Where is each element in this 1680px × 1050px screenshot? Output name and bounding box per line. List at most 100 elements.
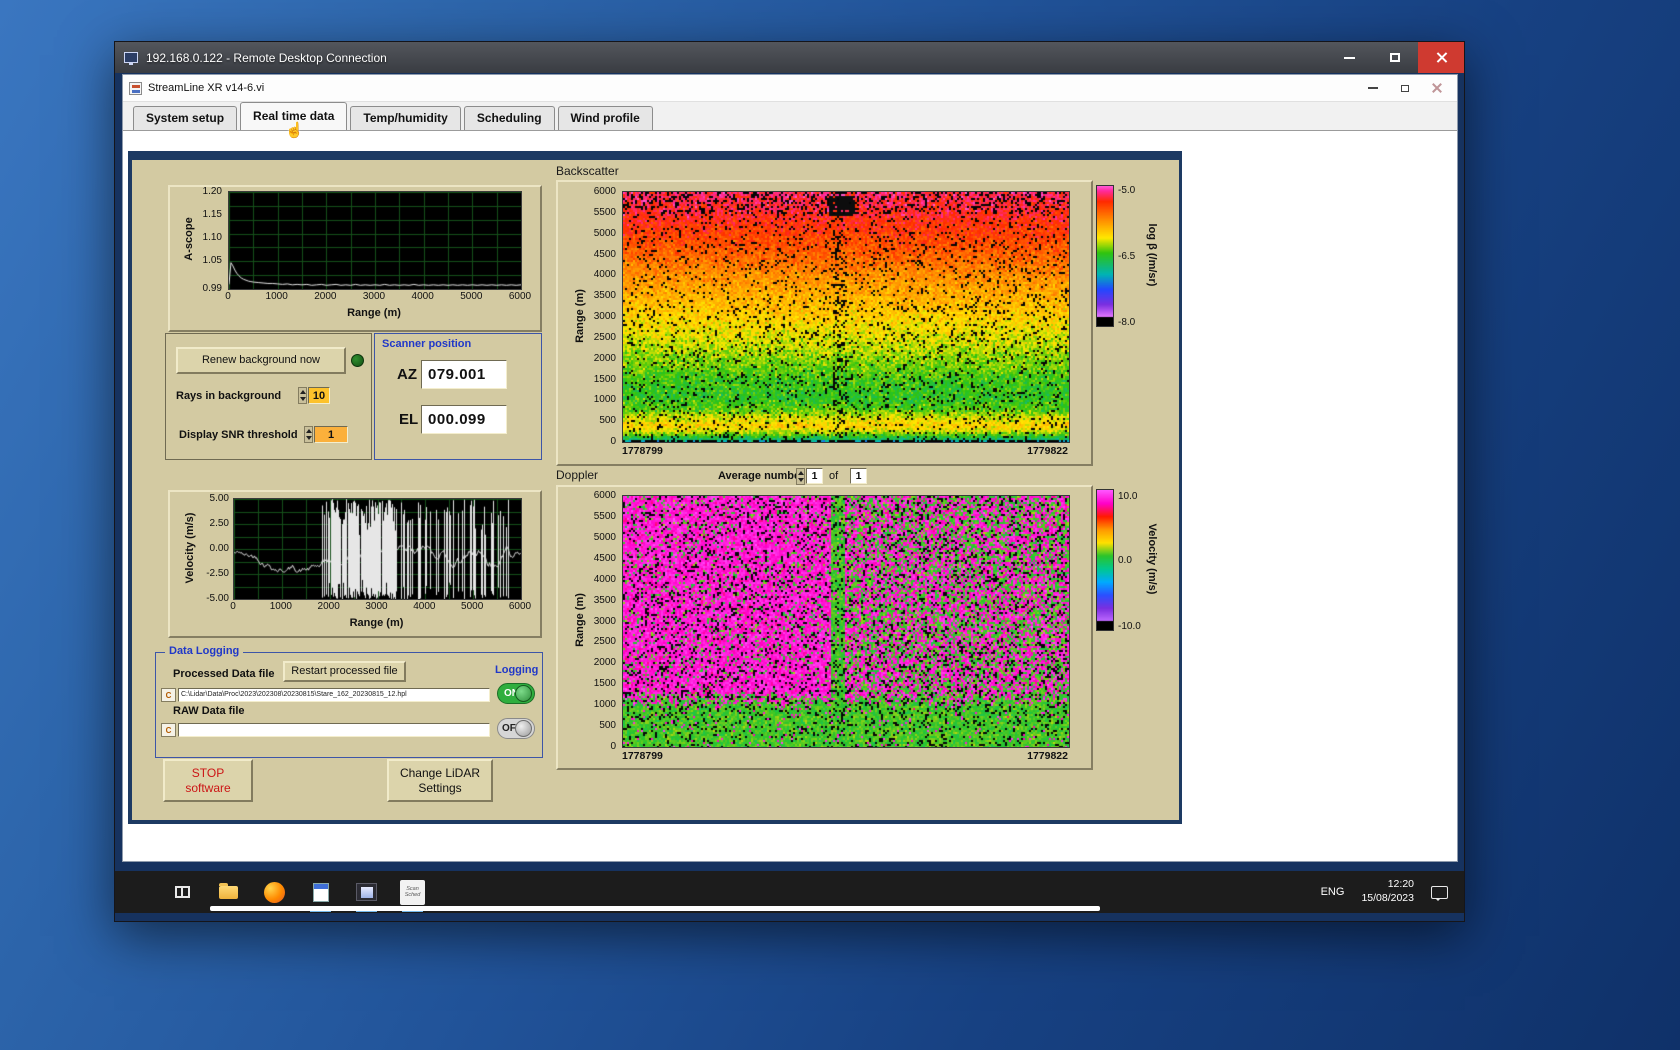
- rdp-titlebar[interactable]: 192.168.0.122 - Remote Desktop Connectio…: [115, 42, 1464, 73]
- doppler-title: Doppler: [556, 468, 599, 482]
- restart-processed-file-button[interactable]: Restart processed file: [283, 661, 406, 682]
- tab-system-setup[interactable]: System setup: [133, 106, 238, 130]
- doppler-colorbar: [1096, 489, 1114, 631]
- scanner-position-group: Scanner position AZ 079.001 EL 000.099: [374, 333, 542, 460]
- app-title: StreamLine XR v14-6.vi: [148, 82, 265, 94]
- desktop: 192.168.0.122 - Remote Desktop Connectio…: [0, 0, 1680, 1050]
- tray-date: 15/08/2023: [1361, 892, 1414, 904]
- tick-label: 3000: [593, 311, 616, 322]
- snr-value-field[interactable]: 1: [314, 426, 348, 443]
- action-center-icon[interactable]: [1431, 885, 1448, 901]
- tab-temp-humidity[interactable]: Temp/humidity: [350, 106, 461, 130]
- tick-label: 500: [599, 415, 616, 427]
- rdp-window: 192.168.0.122 - Remote Desktop Connectio…: [114, 41, 1465, 922]
- change-lidar-settings-button[interactable]: Change LiDAR Settings: [387, 759, 493, 802]
- raw-path-field[interactable]: [178, 723, 490, 737]
- scan-sched-label: Scan Sched: [400, 879, 425, 905]
- tick-label: -8.0: [1118, 317, 1136, 328]
- scanner-position-title: Scanner position: [382, 338, 472, 350]
- stop-software-button[interactable]: STOP software: [163, 759, 253, 802]
- tick-label: 1000: [593, 394, 616, 406]
- tick-label: 3000: [593, 615, 616, 627]
- tick-label: 5500: [593, 206, 616, 218]
- tick-label: 2500: [593, 331, 616, 343]
- rays-value-field[interactable]: 10: [308, 387, 330, 404]
- rays-spinner[interactable]: [298, 387, 307, 404]
- app-titlebar[interactable]: StreamLine XR v14-6.vi: [123, 75, 1457, 102]
- el-label: EL: [399, 411, 419, 428]
- stop-button-line1: STOP: [191, 765, 225, 780]
- tick-label: 1.10: [202, 232, 222, 244]
- app-content: A-scope 1.20 1.15 1.10 1.05 0.99 0 1000 2000 30…: [123, 131, 1457, 861]
- tick-label: 1000: [593, 699, 616, 711]
- image-viewer-app-icon[interactable]: [353, 879, 380, 912]
- renew-background-button[interactable]: Renew background now: [176, 347, 346, 374]
- tab-wind-profile[interactable]: Wind profile: [557, 106, 653, 130]
- tick-label: 0.0: [1118, 555, 1132, 567]
- tick-label: 1500: [593, 373, 616, 385]
- tick-label: 1.20: [202, 186, 222, 197]
- tick-label: 2000: [593, 352, 616, 364]
- average-number-spinner[interactable]: [796, 468, 805, 485]
- raw-data-file-label: RAW Data file: [173, 705, 245, 717]
- average-number-value[interactable]: 1: [806, 468, 823, 484]
- tick-label: 0: [610, 741, 616, 752]
- firefox-icon[interactable]: [261, 879, 288, 906]
- tick-label: 1500: [593, 678, 616, 690]
- rays-in-background-label: Rays in background: [176, 390, 282, 402]
- tick-label: 0: [225, 291, 231, 302]
- backscatter-heatmap-canvas: [622, 191, 1070, 443]
- az-value: 079.001: [421, 360, 507, 389]
- rdp-icon: [124, 52, 138, 65]
- tick-label: 6000: [593, 186, 616, 197]
- average-number-label: Average number: [718, 470, 805, 482]
- ascope-plot-canvas: [228, 191, 522, 290]
- file-explorer-icon[interactable]: [215, 879, 242, 906]
- raw-logging-toggle[interactable]: OFF: [497, 718, 535, 739]
- tab-scheduling[interactable]: Scheduling: [463, 106, 555, 130]
- velocity-plot-canvas: [233, 498, 522, 600]
- scan-sched-app-icon[interactable]: Scan Sched: [399, 879, 426, 912]
- tick-label: 5000: [593, 531, 616, 543]
- rdp-close-button[interactable]: [1418, 42, 1464, 73]
- tick-label: 4500: [593, 248, 616, 260]
- process-logging-toggle[interactable]: ON: [497, 683, 535, 704]
- doppler-y-ticks: 0 500 1000 1500 2000 2500 3000 3500 4000 4500 5000…: [558, 490, 618, 752]
- doppler-graph: Range (m) 0 500 1000 1500 2000 2500 3000 3500 40…: [556, 485, 1093, 770]
- tray-clock[interactable]: 12:20 15/08/2023: [1361, 878, 1414, 905]
- tick-label: -10.0: [1118, 621, 1141, 632]
- notes-app-icon[interactable]: [307, 879, 334, 912]
- raw-path-browse-button[interactable]: C: [161, 723, 176, 737]
- task-view-icon[interactable]: [169, 879, 196, 906]
- processed-path-field[interactable]: C:\Lidar\Data\Proc\2023\202308\20230815\…: [178, 688, 490, 702]
- of-value[interactable]: 1: [850, 468, 867, 484]
- tick-label: 3000: [362, 291, 386, 302]
- backscatter-time-start: 1778799: [622, 445, 663, 457]
- app-restore-button[interactable]: [1389, 76, 1421, 100]
- tick-label: 2000: [593, 657, 616, 669]
- renew-led-indicator: [351, 354, 364, 367]
- tick-label: 2500: [593, 636, 616, 648]
- backscatter-time-end: 1779822: [1027, 445, 1068, 457]
- backscatter-y-ticks: 0 500 1000 1500 2000 2500 3000 3500 4000 4500 5000…: [558, 186, 618, 447]
- tick-label: 6000: [508, 601, 532, 612]
- processed-data-file-label: Processed Data file: [173, 668, 275, 680]
- doppler-time-start: 1778799: [622, 750, 663, 762]
- tick-label: 3500: [593, 290, 616, 302]
- lv-frame: A-scope 1.20 1.15 1.10 1.05 0.99 0 1000 2000 30…: [128, 151, 1182, 824]
- doppler-heatmap-canvas: [622, 495, 1070, 748]
- velocity-x-axis-label: Range (m): [349, 617, 404, 629]
- app-minimize-button[interactable]: [1357, 76, 1389, 100]
- snr-spinner[interactable]: [304, 426, 313, 443]
- tick-label: 1000: [269, 601, 292, 612]
- app-close-button[interactable]: [1421, 76, 1453, 100]
- tray-language[interactable]: ENG: [1321, 886, 1345, 898]
- velocity-graph: Velocity (m/s) 5.00 2.50 0.00 -2.50 -5.00 01…: [168, 490, 542, 638]
- rdp-minimize-button[interactable]: [1326, 42, 1372, 73]
- rdp-maximize-button[interactable]: [1372, 42, 1418, 73]
- rdp-title: 192.168.0.122 - Remote Desktop Connectio…: [146, 50, 387, 65]
- ascope-x-ticks: 0 1000 2000 3000 4000 5000 6000: [225, 291, 531, 303]
- tick-label: -2.50: [206, 568, 229, 579]
- processed-path-browse-button[interactable]: C: [161, 688, 176, 702]
- tick-label: 6000: [593, 490, 616, 501]
